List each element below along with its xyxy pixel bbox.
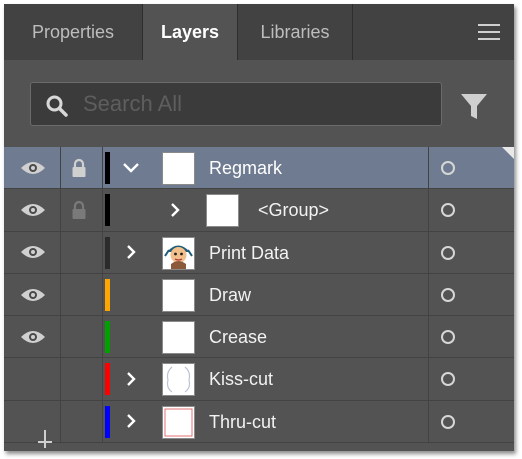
column-divider (60, 358, 61, 400)
lock-toggle[interactable] (64, 232, 94, 273)
hamburger-menu-icon[interactable] (478, 24, 500, 40)
column-divider (102, 316, 103, 358)
target-circle-icon[interactable] (441, 161, 455, 175)
column-divider (428, 273, 429, 316)
lock-toggle[interactable] (64, 274, 94, 315)
column-divider (102, 189, 103, 231)
column-divider (102, 273, 103, 316)
target-circle-icon[interactable] (441, 245, 455, 260)
column-divider (428, 358, 429, 400)
visibility-toggle[interactable] (18, 358, 48, 399)
eye-icon[interactable] (18, 316, 48, 357)
layer-name[interactable]: Regmark (209, 147, 282, 188)
layer-thumbnail (162, 278, 195, 312)
layer-name[interactable]: Crease (209, 316, 267, 357)
layer-name[interactable]: Print Data (209, 232, 289, 273)
eye-icon[interactable] (18, 147, 48, 188)
layer-row[interactable]: Crease (4, 316, 514, 359)
column-divider (428, 189, 429, 231)
column-divider (60, 189, 61, 231)
layer-row[interactable]: Print Data (4, 231, 514, 274)
search-input[interactable] (83, 89, 423, 119)
layer-color-swatch (105, 194, 110, 227)
tab-properties[interactable]: Properties (4, 4, 142, 60)
layer-thumbnail (162, 405, 195, 439)
selection-indicator-icon (502, 147, 514, 159)
chevron-right-icon[interactable] (163, 189, 187, 230)
layer-color-swatch (105, 236, 110, 269)
column-divider (428, 231, 429, 273)
layer-name[interactable]: Kiss-cut (209, 358, 273, 399)
target-circle-icon[interactable] (441, 372, 455, 387)
layer-row[interactable]: Thru-cut (4, 400, 514, 444)
column-divider (428, 316, 429, 358)
chevron-right-icon[interactable] (119, 232, 143, 273)
target-circle-icon[interactable] (441, 330, 455, 345)
layer-thumbnail (162, 236, 195, 270)
column-divider (60, 400, 61, 443)
lock-toggle[interactable] (64, 401, 94, 442)
layer-name[interactable]: Thru-cut (209, 401, 276, 442)
target-circle-icon[interactable] (441, 287, 455, 302)
layer-row[interactable]: Regmark (4, 147, 514, 190)
layer-color-swatch (105, 152, 110, 184)
tab-bar: Properties Layers Libraries (4, 4, 514, 60)
layer-thumbnail (162, 321, 195, 355)
layer-list: Regmark <Group> Print Data Draw Crease Kiss-c… (4, 147, 514, 444)
tab-separator (352, 4, 353, 60)
layer-name[interactable]: Draw (209, 274, 251, 315)
lock-toggle[interactable] (64, 358, 94, 399)
tab-libraries[interactable]: Libraries (238, 4, 352, 60)
lock-icon[interactable] (64, 189, 94, 230)
lock-icon[interactable] (64, 147, 94, 188)
filter-icon[interactable] (460, 92, 488, 122)
layer-thumbnail (162, 152, 195, 185)
column-divider (102, 231, 103, 273)
chevron-right-icon[interactable] (119, 401, 143, 442)
layer-color-swatch (105, 278, 110, 311)
layer-row[interactable]: Draw (4, 273, 514, 317)
column-divider (60, 316, 61, 358)
column-divider (428, 147, 429, 189)
layer-row[interactable]: Kiss-cut (4, 358, 514, 401)
chevron-right-icon[interactable] (119, 358, 143, 399)
target-circle-icon[interactable] (441, 414, 455, 429)
column-divider (60, 231, 61, 273)
layer-color-swatch (105, 321, 110, 354)
tab-layers[interactable]: Layers (143, 4, 237, 60)
layer-thumbnail (162, 363, 195, 397)
search-box (30, 82, 442, 126)
target-circle-icon[interactable] (441, 203, 455, 218)
layer-color-swatch (105, 363, 110, 396)
column-divider (60, 273, 61, 316)
layer-thumbnail (206, 194, 239, 228)
column-divider (102, 147, 103, 189)
layer-color-swatch (105, 405, 110, 438)
layers-panel: Properties Layers Libraries Regmark<Grou… (4, 4, 514, 451)
column-divider (428, 400, 429, 443)
layer-row[interactable]: <Group> (4, 189, 514, 232)
search-icon (46, 95, 68, 117)
eye-icon[interactable] (18, 232, 48, 273)
drag-handle-icon (38, 430, 52, 448)
chevron-down-icon[interactable] (119, 147, 143, 188)
eye-icon[interactable] (18, 274, 48, 315)
layer-name[interactable]: <Group> (258, 189, 329, 230)
lock-toggle[interactable] (64, 316, 94, 357)
column-divider (102, 358, 103, 400)
column-divider (102, 400, 103, 443)
eye-icon[interactable] (18, 189, 48, 230)
column-divider (60, 147, 61, 189)
